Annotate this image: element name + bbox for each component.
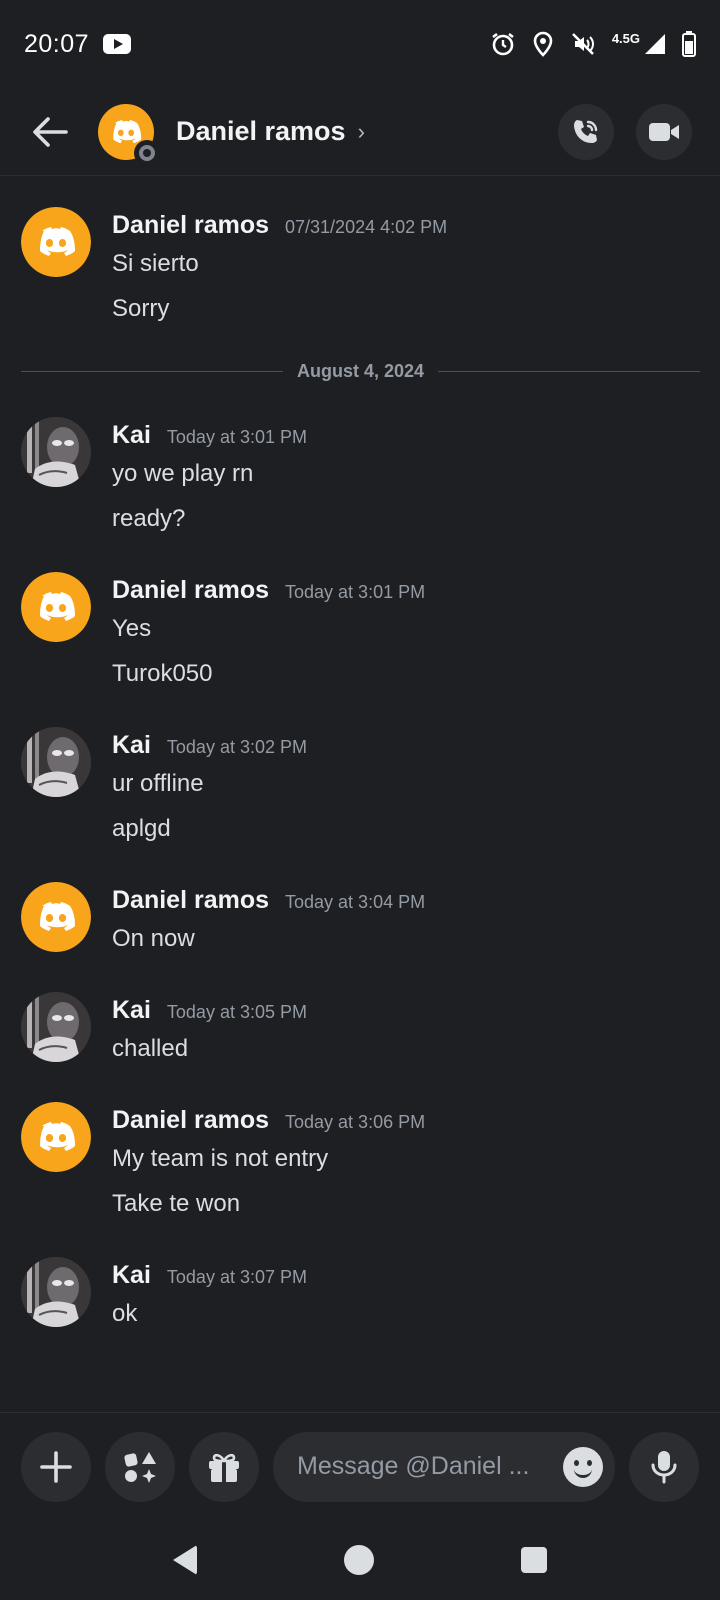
- system-nav-bar: [0, 1520, 720, 1600]
- discord-logo-icon: [21, 572, 91, 642]
- chevron-right-icon[interactable]: ›: [358, 119, 365, 145]
- mute-icon: [571, 33, 594, 55]
- message-text[interactable]: challed: [112, 1034, 188, 1079]
- message-text[interactable]: Take te won: [112, 1189, 328, 1234]
- emoji-icon[interactable]: [563, 1446, 603, 1487]
- message-list[interactable]: Daniel ramos 07/31/2024 4:02 PM Si siert…: [0, 177, 720, 1411]
- message-text[interactable]: ur offline: [112, 769, 204, 814]
- message-author[interactable]: Kai: [112, 1261, 151, 1290]
- message-text[interactable]: Yes: [112, 614, 213, 659]
- message-timestamp: Today at 3:01 PM: [166, 427, 307, 447]
- message-timestamp: Today at 3:02 PM: [166, 737, 307, 757]
- status-bar: 20:07 4.5G: [0, 0, 720, 88]
- message-text[interactable]: Sorry: [112, 294, 199, 339]
- home-circle-icon[interactable]: [343, 1545, 374, 1575]
- discord-logo-icon: [21, 882, 91, 952]
- user-photo-icon: [21, 727, 91, 797]
- message-composer: Message @Daniel ...: [0, 1412, 720, 1520]
- avatar[interactable]: [21, 207, 91, 277]
- avatar[interactable]: [21, 727, 91, 797]
- message-timestamp: Today at 3:01 PM: [285, 582, 426, 602]
- message-author[interactable]: Daniel ramos: [112, 211, 269, 240]
- avatar[interactable]: [21, 882, 91, 952]
- message-text[interactable]: yo we play rn: [112, 459, 253, 504]
- message-author[interactable]: Kai: [112, 731, 151, 760]
- video-call-button[interactable]: [636, 103, 692, 160]
- apps-button[interactable]: [105, 1431, 175, 1502]
- alarm-icon: [492, 32, 514, 56]
- back-triangle-icon[interactable]: [173, 1545, 198, 1575]
- phone-call-icon: [574, 119, 598, 143]
- message-author[interactable]: Daniel ramos: [112, 1106, 269, 1135]
- gift-icon: [209, 1453, 239, 1482]
- header-avatar[interactable]: [98, 103, 160, 166]
- recents-square-icon[interactable]: [520, 1547, 547, 1573]
- avatar[interactable]: [21, 1257, 91, 1327]
- message-text[interactable]: My team is not entry: [112, 1144, 328, 1189]
- microphone-icon: [651, 1450, 677, 1483]
- message-author[interactable]: Kai: [112, 996, 151, 1025]
- signal-icon: [645, 34, 665, 54]
- user-photo-icon: [21, 1257, 91, 1327]
- message-input-placeholder[interactable]: Message @Daniel ...: [297, 1452, 563, 1481]
- youtube-icon: [103, 34, 132, 54]
- message-timestamp: Today at 3:07 PM: [166, 1267, 307, 1287]
- avatar[interactable]: [21, 1102, 91, 1172]
- battery-icon: [682, 31, 696, 57]
- discord-logo-icon: [21, 1102, 91, 1172]
- voice-call-button[interactable]: [558, 103, 614, 160]
- discord-logo-icon: [21, 207, 91, 277]
- message-author[interactable]: Daniel ramos: [112, 886, 269, 915]
- user-photo-icon: [21, 992, 91, 1062]
- avatar[interactable]: [21, 572, 91, 642]
- network-label: 4.5G: [611, 30, 640, 46]
- chat-title[interactable]: Daniel ramos: [176, 116, 346, 147]
- message-text[interactable]: Turok050: [112, 659, 213, 704]
- message-text[interactable]: ready?: [112, 504, 253, 549]
- message-author[interactable]: Kai: [112, 421, 151, 450]
- date-divider-label: August 4, 2024: [296, 360, 425, 381]
- divider-line: [438, 370, 701, 372]
- avatar[interactable]: [21, 992, 91, 1062]
- arrow-left-icon: [33, 116, 68, 147]
- back-button[interactable]: [28, 110, 72, 154]
- apps-icon: [124, 1451, 156, 1483]
- avatar[interactable]: [21, 417, 91, 487]
- message-input[interactable]: Message @Daniel ...: [273, 1431, 615, 1502]
- divider-line: [21, 370, 283, 372]
- add-attachment-button[interactable]: [21, 1431, 91, 1502]
- message-author[interactable]: Daniel ramos: [112, 576, 269, 605]
- plus-icon: [40, 1450, 72, 1483]
- status-time: 20:07: [24, 29, 90, 58]
- message-text[interactable]: Si sierto: [112, 249, 199, 294]
- status-icons: 4.5G: [490, 31, 696, 57]
- message-text[interactable]: On now: [112, 924, 195, 969]
- voice-message-button[interactable]: [629, 1431, 699, 1502]
- video-camera-icon: [649, 122, 679, 141]
- user-photo-icon: [21, 417, 91, 487]
- message-text[interactable]: ok: [112, 1299, 137, 1344]
- location-icon: [533, 31, 553, 57]
- message-timestamp: Today at 3:06 PM: [285, 1112, 426, 1132]
- offline-status-indicator: [134, 139, 160, 166]
- message-timestamp: 07/31/2024 4:02 PM: [285, 217, 448, 237]
- message-text[interactable]: aplgd: [112, 814, 204, 859]
- date-divider: August 4, 2024: [21, 359, 701, 383]
- chat-header: Daniel ramos ›: [0, 88, 720, 176]
- message-timestamp: Today at 3:04 PM: [285, 892, 426, 912]
- gift-button[interactable]: [189, 1431, 259, 1502]
- message-timestamp: Today at 3:05 PM: [166, 1002, 307, 1022]
